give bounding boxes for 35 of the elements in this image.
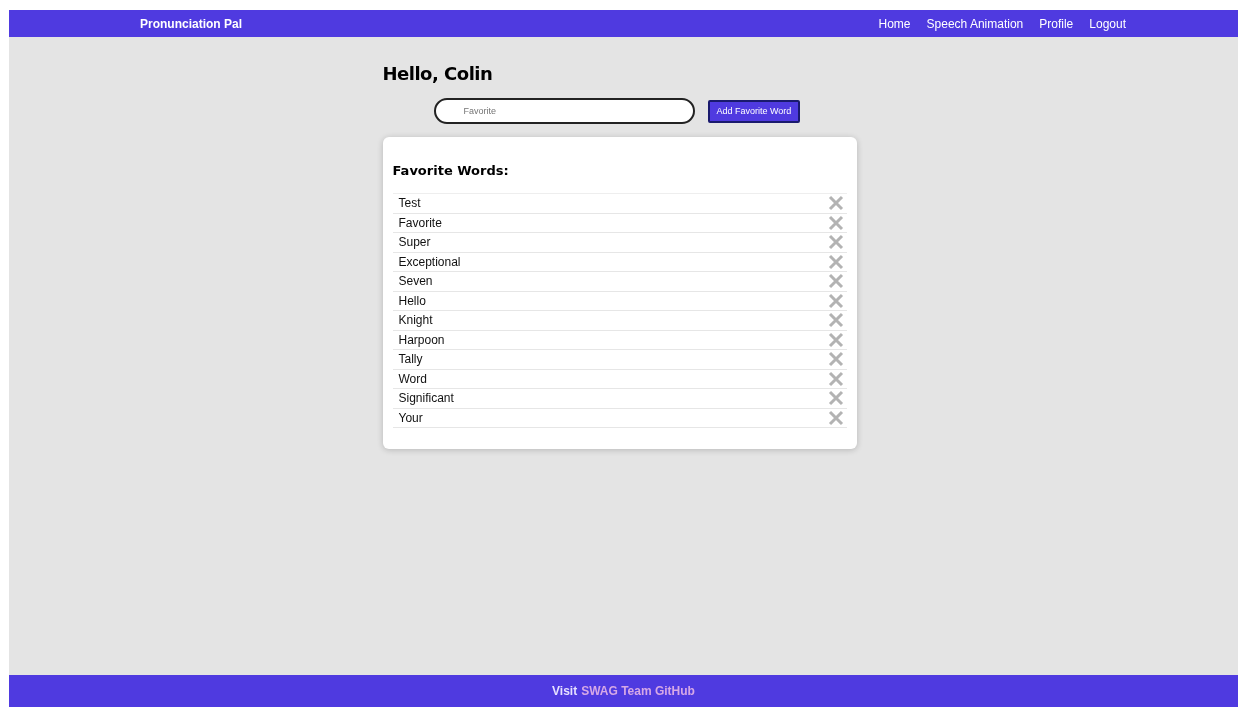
favorite-word: Exceptional — [398, 254, 461, 269]
nav-link[interactable]: Logout — [1089, 16, 1126, 31]
delete-icon[interactable] — [827, 214, 844, 231]
github-link[interactable]: SWAG Team GitHub — [581, 684, 695, 698]
favorite-word: Test — [398, 196, 421, 211]
nav-link[interactable]: Home — [878, 16, 911, 31]
delete-icon[interactable] — [827, 370, 844, 387]
delete-icon[interactable] — [827, 312, 844, 329]
favorite-word: Super — [398, 235, 431, 250]
favorites-title: Favorite Words: — [392, 163, 510, 178]
delete-icon[interactable] — [827, 331, 844, 348]
favorite-word: Harpoon — [398, 332, 445, 347]
favorite-word: Hello — [398, 293, 426, 308]
favorite-word: Word — [398, 371, 427, 386]
favorite-word: Seven — [398, 274, 433, 289]
delete-icon[interactable] — [827, 195, 844, 212]
nav-link[interactable]: Profile — [1039, 16, 1074, 31]
greeting-heading: Hello, Colin — [382, 63, 494, 84]
brand-link[interactable]: Pronunciation Pal — [140, 16, 242, 31]
favorite-word: Knight — [398, 313, 433, 328]
delete-icon[interactable] — [827, 273, 844, 290]
delete-icon[interactable] — [827, 390, 844, 407]
delete-icon[interactable] — [827, 253, 844, 270]
delete-icon[interactable] — [827, 292, 844, 309]
nav-link[interactable]: Speech Animation — [926, 16, 1024, 31]
favorite-word: Your — [398, 410, 423, 425]
delete-icon[interactable] — [827, 351, 844, 368]
favorite-word: Tally — [398, 352, 423, 367]
delete-icon[interactable] — [827, 409, 844, 426]
footer-text: Visit — [552, 684, 578, 698]
favorite-word: Significant — [398, 391, 454, 406]
delete-icon[interactable] — [827, 234, 844, 251]
favorite-input-field[interactable]: Favorite — [433, 98, 695, 124]
favorite-word: Favorite — [398, 215, 442, 230]
add-favorite-button[interactable]: Add Favorite Word — [707, 99, 801, 123]
